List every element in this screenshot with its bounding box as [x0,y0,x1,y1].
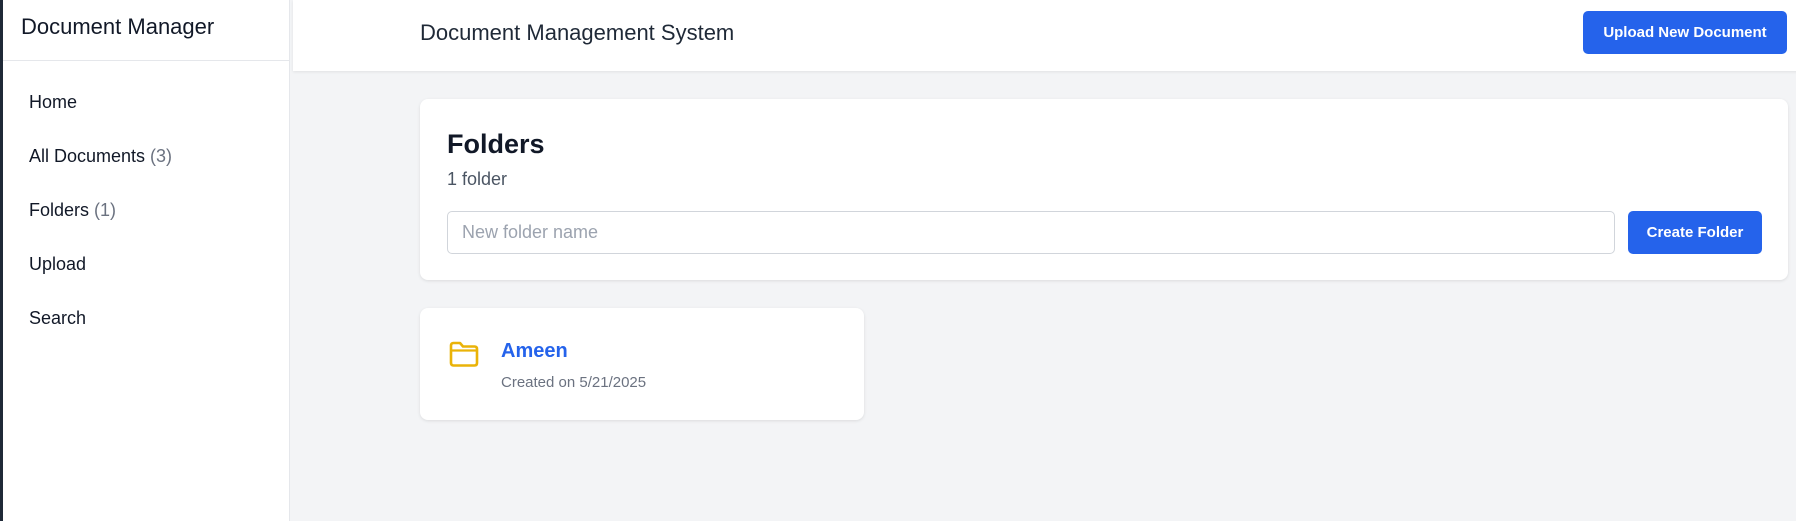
sidebar: Document Manager Home All Documents (3) … [3,0,290,521]
sidebar-item-folders[interactable]: Folders (1) [3,183,289,237]
top-bar: Document Management System Upload New Do… [293,0,1796,71]
app-brand: Document Manager [21,14,215,39]
folder-count: 1 folder [447,169,508,189]
sidebar-item-label: Upload [29,253,87,274]
upload-new-document-button[interactable]: Upload New Document [1583,11,1787,54]
sidebar-item-label: All Documents [29,145,146,166]
folder-created-date: Created on 5/21/2025 [501,374,647,391]
folder-icon [448,339,480,369]
folder-card[interactable]: Ameen Created on 5/21/2025 [420,308,864,420]
sidebar-item-count: (1) [94,199,117,220]
folders-panel: Folders 1 folder Create Folder [420,99,1788,280]
sidebar-item-label: Search [29,307,87,328]
sidebar-item-label: Home [29,91,78,112]
sidebar-item-home[interactable]: Home [3,75,289,129]
sidebar-item-upload[interactable]: Upload [3,237,289,291]
app-window: Document Manager Home All Documents (3) … [0,0,1796,521]
folders-heading: Folders [447,129,545,159]
sidebar-header: Document Manager [3,0,289,61]
sidebar-nav: Home All Documents (3) Folders (1) Uploa… [3,61,289,345]
sidebar-item-search[interactable]: Search [3,291,289,345]
new-folder-name-input[interactable] [447,211,1615,254]
sidebar-item-label: Folders [29,199,90,220]
sidebar-item-all-documents[interactable]: All Documents (3) [3,129,289,183]
create-folder-button[interactable]: Create Folder [1628,211,1762,254]
folder-name-link[interactable]: Ameen [501,340,568,363]
page-title: Document Management System [420,20,735,45]
sidebar-item-count: (3) [150,145,173,166]
